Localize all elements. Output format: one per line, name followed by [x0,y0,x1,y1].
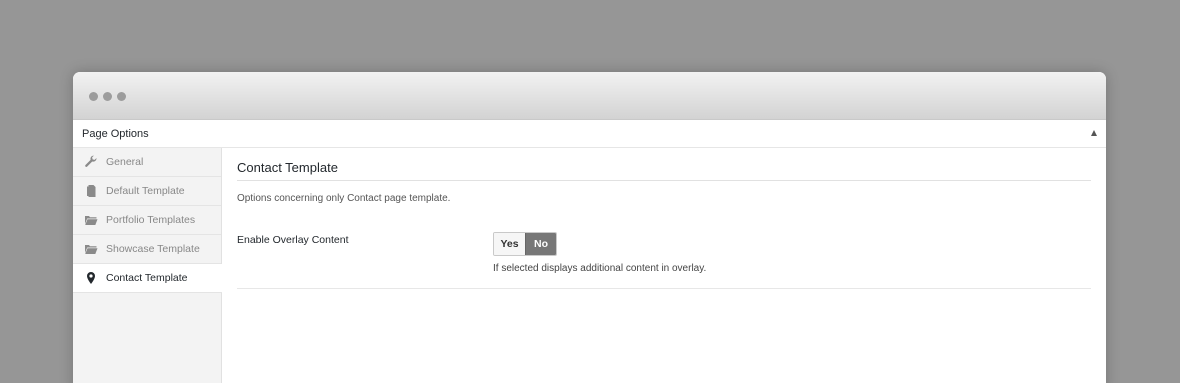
sidebar-item-default-template[interactable]: Default Template [73,177,221,206]
toggle-yes-button[interactable]: Yes [494,233,525,255]
sidebar-item-label: General [106,156,144,168]
sidebar-item-label: Default Template [106,185,185,197]
folder-icon [84,242,98,256]
page-options-header[interactable]: Page Options [73,120,1106,148]
overlay-content-toggle[interactable]: Yes No [493,232,557,256]
map-pin-icon [84,271,98,285]
field-help-text: If selected displays additional content … [493,263,707,274]
section-title: Contact Template [237,160,1091,181]
sidebar-item-portfolio-templates[interactable]: Portfolio Templates [73,206,221,235]
overlay-content-field: Enable Overlay Content Yes No If selecte… [237,232,1091,289]
sidebar-item-label: Contact Template [106,272,188,284]
options-sidebar: General Default Template Portfolio Templ… [73,148,222,383]
sidebar-item-label: Showcase Template [106,243,200,255]
options-content: Contact Template Options concerning only… [222,148,1106,383]
wrench-icon [84,155,98,169]
field-control: Yes No If selected displays additional c… [493,232,707,274]
section-description: Options concerning only Contact page tem… [237,193,451,204]
field-label: Enable Overlay Content [237,234,349,246]
window-dot-icon [89,92,98,101]
window-dot-icon [103,92,112,101]
panel-title: Page Options [82,127,149,140]
sidebar-item-showcase-template[interactable]: Showcase Template [73,235,221,264]
options-body: General Default Template Portfolio Templ… [73,148,1106,383]
window-dot-icon [117,92,126,101]
toggle-no-button[interactable]: No [525,233,556,255]
window-titlebar [73,72,1106,120]
browser-window: Page Options General Default Template Po… [73,72,1106,383]
folder-icon [84,213,98,227]
document-icon [84,184,98,198]
sidebar-item-general[interactable]: General [73,148,221,177]
sidebar-item-label: Portfolio Templates [106,214,196,226]
collapse-arrow-icon[interactable] [1091,130,1097,136]
sidebar-item-contact-template[interactable]: Contact Template [73,264,222,293]
